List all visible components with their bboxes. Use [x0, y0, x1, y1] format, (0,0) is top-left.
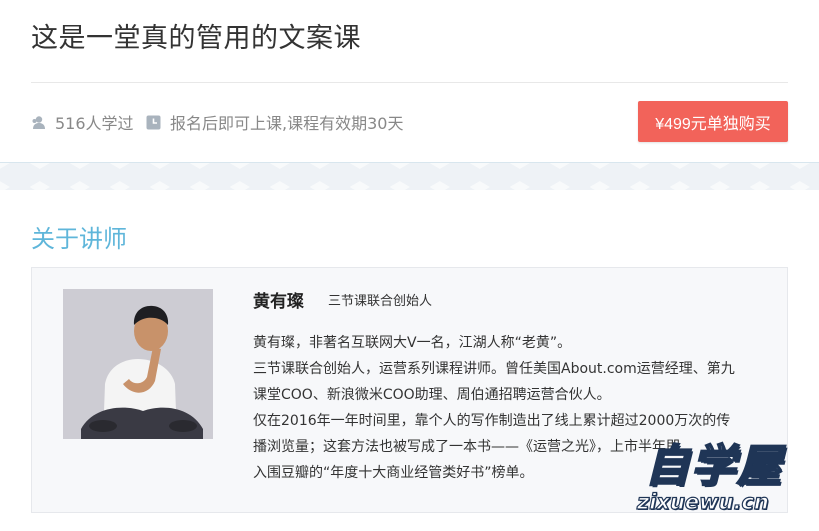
user-icon	[31, 115, 46, 130]
teacher-name: 黄有璨	[253, 292, 304, 312]
course-title: 这是一堂真的管用的文案课	[31, 23, 361, 54]
teacher-photo	[63, 289, 213, 439]
students-label: 516人学过	[55, 114, 134, 133]
divider	[31, 82, 788, 83]
course-header: 这是一堂真的管用的文案课 516人学过 报名后即可上课,课程有效期30天 ¥49…	[0, 0, 819, 162]
clock-icon	[146, 115, 161, 130]
buy-button[interactable]: ¥499元单独购买	[638, 101, 788, 142]
section-heading-teacher: 关于讲师	[31, 225, 127, 253]
teacher-role: 三节课联合创始人	[328, 294, 433, 309]
course-validity: 报名后即可上课,课程有效期30天	[146, 110, 403, 134]
students-count: 516人学过	[31, 110, 134, 134]
watermark-logo: 自学屋	[644, 440, 783, 493]
bio-line: 课堂COO、新浪微米COO助理、周伯通招聘运营合伙人。	[253, 387, 611, 403]
validity-label: 报名后即可上课,课程有效期30天	[170, 114, 404, 133]
bio-line: 三节课联合创始人，运营系列课程讲师。曾任美国About.com运营经理、第九	[253, 361, 735, 377]
watermark-url: zixuewu.cn	[636, 489, 769, 514]
decorative-band	[0, 162, 819, 190]
bio-line: 黄有璨，非著名互联网大V一名，江湖人称“老黄”。	[253, 335, 572, 351]
